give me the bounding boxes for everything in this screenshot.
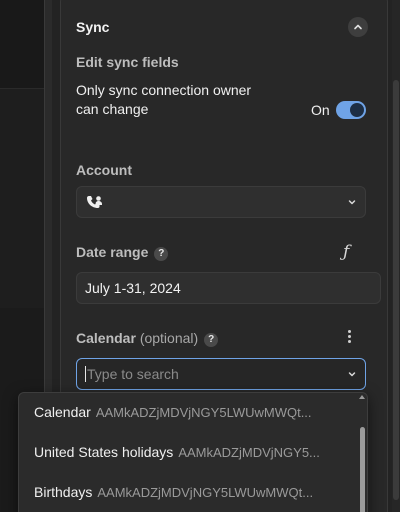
help-icon[interactable]: ?	[204, 332, 219, 347]
sync-owner-toggle-group: On	[311, 101, 366, 119]
calendar-option-name: United States holidays	[34, 444, 174, 460]
account-label: Account	[76, 162, 132, 178]
date-range-value: July 1-31, 2024	[85, 280, 181, 296]
scroll-up-arrow[interactable]	[359, 395, 365, 399]
panel-scroll-thumb[interactable]	[393, 80, 399, 500]
calendar-search-placeholder: Type to search	[87, 366, 179, 382]
chevron-up-icon	[354, 24, 362, 30]
chevron-down-icon	[348, 200, 356, 205]
list-item[interactable]: United States holidays AAMkADZjMDVjNGY5.…	[34, 438, 344, 466]
text-caret	[85, 366, 86, 382]
more-options-icon[interactable]	[348, 330, 351, 343]
toggle-knob	[349, 103, 364, 117]
calendar-search-input[interactable]: Type to search	[76, 358, 366, 390]
dropdown-chevron	[347, 197, 357, 207]
calendar-label: Calendar (optional)?	[76, 330, 219, 347]
calendar-option-id: AAMkADZjMDVjNGY5...	[178, 444, 320, 460]
section-title: Sync	[76, 19, 110, 35]
sync-owner-description: Only sync connection owner can change	[76, 82, 252, 117]
calendar-optional-text: (optional)	[139, 330, 199, 346]
panel-scrollbar[interactable]	[392, 0, 400, 512]
dropdown-scrollbar[interactable]	[360, 427, 365, 512]
chevron-down-icon	[348, 372, 356, 377]
account-select[interactable]	[76, 186, 366, 218]
canvas-block	[0, 88, 44, 310]
date-range-label-text: Date range	[76, 244, 149, 260]
calendar-label-text: Calendar	[76, 330, 136, 346]
calendar-option-name: Birthdays	[34, 484, 93, 500]
canvas-block	[0, 0, 44, 88]
list-item[interactable]: Calendar AAMkADZjMDVjNGY5LWUwMWQt...	[34, 398, 344, 426]
search-input-wrap: Type to search	[85, 366, 179, 382]
calendar-option-name: Calendar	[34, 404, 91, 420]
account-contact-icon	[87, 196, 102, 208]
calendar-option-id: AAMkADZjMDVjNGY5LWUwMWQt...	[97, 484, 314, 500]
list-item[interactable]: Birthdays AAMkADZjMDVjNGY5LWUwMWQt...	[34, 478, 344, 506]
calendar-option-id: AAMkADZjMDVjNGY5LWUwMWQt...	[95, 404, 312, 420]
collapse-button[interactable]	[348, 17, 368, 37]
calendar-dropdown-list: Calendar AAMkADZjMDVjNGY5LWUwMWQt... Uni…	[18, 392, 368, 512]
app-root: Sync Edit sync fields Only sync connecti…	[0, 0, 400, 512]
toggle-state-label: On	[311, 102, 330, 118]
date-range-field[interactable]: July 1-31, 2024	[76, 272, 381, 304]
dropdown-chevron	[347, 369, 357, 379]
sync-owner-toggle[interactable]	[335, 101, 366, 119]
help-icon[interactable]: ?	[154, 246, 169, 261]
section-header: Sync	[76, 16, 368, 38]
edit-sync-fields-label: Edit sync fields	[76, 54, 179, 70]
formula-icon[interactable]: ƒ	[343, 242, 349, 262]
date-range-label: Date range?	[76, 244, 169, 261]
